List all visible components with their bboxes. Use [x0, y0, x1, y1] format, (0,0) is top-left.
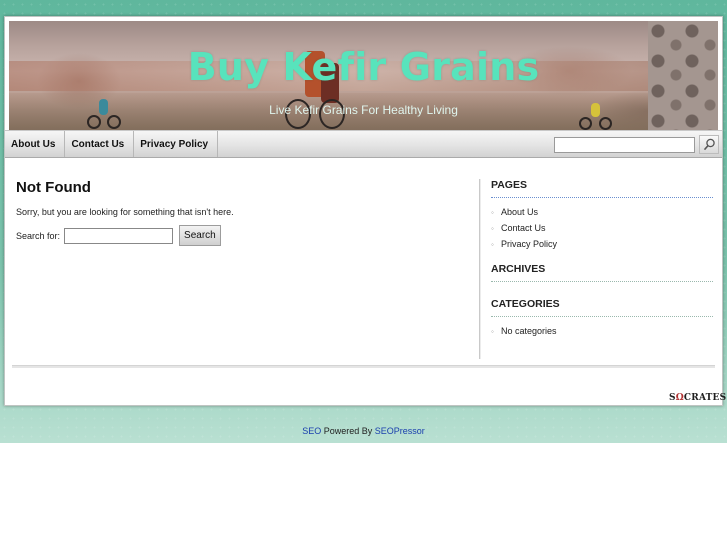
header-search-input[interactable]: [554, 137, 695, 153]
bullet-icon: ◦: [491, 223, 494, 233]
site-tagline: Live Kefir Grains For Healthy Living: [269, 103, 458, 117]
bullet-icon: ◦: [491, 239, 494, 249]
search-button[interactable]: Search: [179, 225, 221, 246]
nav-item-about-us[interactable]: About Us: [5, 131, 66, 157]
sidebar-link-label: Contact Us: [501, 223, 546, 233]
magnifier-icon: [703, 138, 715, 151]
theme-logo-suffix: CRATES: [683, 393, 727, 403]
theme-logo[interactable]: SΩCRATES: [669, 393, 726, 403]
bullet-icon: ◦: [491, 326, 494, 336]
site-title[interactable]: Buy Kefir Grains: [9, 45, 718, 89]
archives-heading: ARCHIVES: [491, 263, 713, 282]
main-navigation: About Us Contact Us Privacy Policy: [5, 130, 722, 158]
credit-text: Powered By: [321, 426, 375, 436]
content-search-input[interactable]: [64, 227, 174, 244]
header-search-button[interactable]: [699, 135, 719, 154]
site-header: Buy Kefir Grains Live Kefir Grains For H…: [9, 21, 718, 133]
categories-list: ◦ No categories: [491, 323, 713, 339]
bullet-icon: ◦: [491, 207, 494, 217]
search-for-label: Search for:: [16, 230, 61, 241]
main-content: Not Found Sorry, but you are looking for…: [16, 179, 476, 246]
categories-heading: CATEGORIES: [491, 298, 713, 317]
pages-list: ◦ About Us ◦ Contact Us ◦ Privacy Policy: [491, 204, 713, 252]
theme-logo-prefix: S: [669, 393, 676, 403]
sidebar-link-label: About Us: [501, 207, 539, 217]
column-divider: [479, 179, 481, 359]
seopressor-link[interactable]: SEOPressor: [375, 426, 425, 436]
nav-item-privacy-policy[interactable]: Privacy Policy: [134, 131, 219, 157]
not-found-heading: Not Found: [16, 179, 91, 196]
content-search-form: Search for: Search: [16, 225, 221, 246]
page-wrapper: Buy Kefir Grains Live Kefir Grains For H…: [4, 16, 726, 406]
pages-heading: PAGES: [491, 179, 713, 198]
sidebar-page-about-us[interactable]: ◦ About Us: [491, 204, 713, 220]
not-found-message: Sorry, but you are looking for something…: [16, 207, 234, 217]
sidebar: PAGES ◦ About Us ◦ Contact Us ◦ Privacy Pol…: [491, 179, 713, 339]
nav-item-contact-us[interactable]: Contact Us: [65, 131, 135, 157]
sidebar-link-label: Privacy Policy: [501, 239, 558, 249]
categories-empty: ◦ No categories: [491, 323, 713, 339]
sidebar-page-contact-us[interactable]: ◦ Contact Us: [491, 220, 713, 236]
categories-empty-label: No categories: [501, 326, 557, 336]
sidebar-page-privacy-policy[interactable]: ◦ Privacy Policy: [491, 236, 713, 252]
footer-credit: SEO Powered By SEOPressor: [0, 426, 727, 436]
theme-logo-omega: Ω: [675, 393, 684, 403]
seo-link[interactable]: SEO: [302, 426, 321, 436]
footer-divider: [12, 365, 715, 368]
